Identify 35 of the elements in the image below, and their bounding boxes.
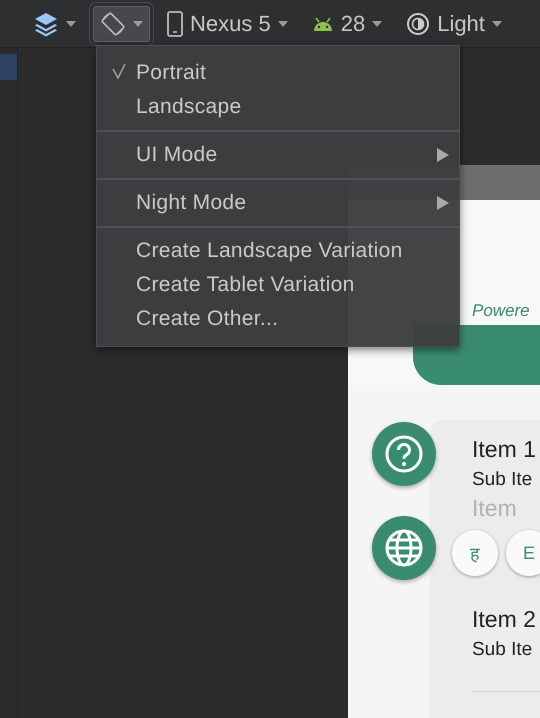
item-title: Item 2 <box>472 606 537 633</box>
language-button[interactable] <box>372 516 436 580</box>
menu-item[interactable]: Landscape <box>97 90 459 124</box>
globe-icon <box>384 528 424 568</box>
caret-icon <box>278 20 288 26</box>
theme-icon <box>406 12 430 36</box>
device-dropdown[interactable]: Nexus 5 <box>160 6 295 42</box>
caret-icon <box>133 20 143 26</box>
submenu-arrow-icon <box>437 148 449 162</box>
faded-item-title: Item <box>472 495 518 522</box>
layers-icon <box>33 10 59 36</box>
item-subtitle: Sub Ite <box>472 469 534 491</box>
caret-icon <box>372 20 382 26</box>
theme-dropdown[interactable]: Light <box>399 6 509 42</box>
submenu-arrow-icon <box>437 196 449 210</box>
menu-item[interactable]: Create Other... <box>97 302 459 336</box>
phone-icon <box>167 10 183 36</box>
powered-by-text: Powere <box>471 301 531 321</box>
help-icon <box>384 434 424 474</box>
menu-item[interactable]: UI Mode <box>97 138 459 172</box>
item-title: Item 1 <box>472 436 537 463</box>
caret-icon <box>66 20 76 26</box>
menu-item[interactable]: Create Tablet Variation <box>97 268 459 302</box>
api-dropdown[interactable]: 28 <box>304 6 390 42</box>
menu-item[interactable]: Create Landscape Variation <box>97 234 459 268</box>
language-chip[interactable]: E <box>506 530 540 576</box>
language-chip[interactable]: ह <box>452 530 498 576</box>
help-button[interactable] <box>372 422 436 486</box>
selected-row <box>0 54 17 80</box>
menu-item[interactable]: Portrait <box>97 56 459 90</box>
menu-item[interactable]: Night Mode <box>97 186 459 220</box>
caret-icon <box>492 20 502 26</box>
android-icon <box>312 16 334 30</box>
item-subtitle: Sub Ite <box>472 639 534 661</box>
rotate-device-icon <box>100 10 126 36</box>
